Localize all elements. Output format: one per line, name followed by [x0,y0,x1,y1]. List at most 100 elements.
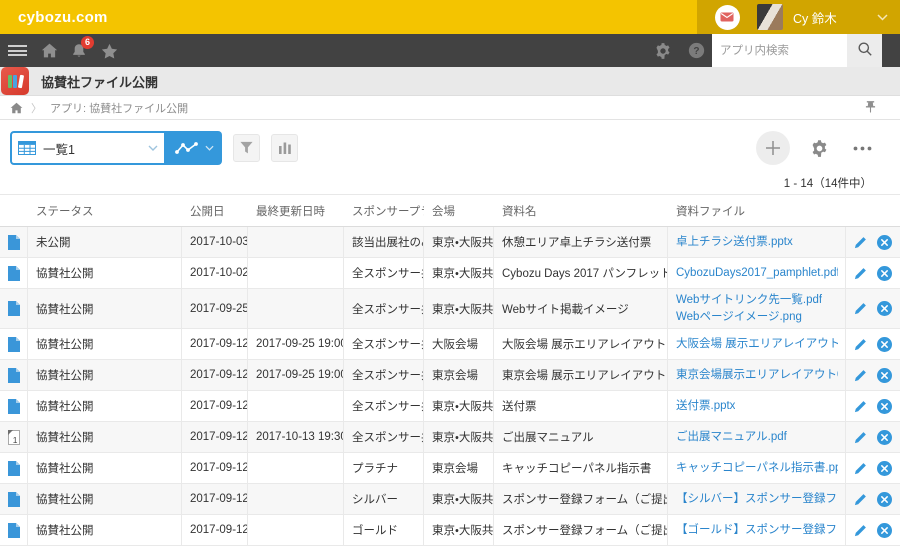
delete-record-button[interactable] [877,336,892,352]
chart-button[interactable] [271,134,298,162]
file-link[interactable]: ご出展マニュアル.pdf [676,429,787,446]
record-detail-button[interactable] [7,460,20,476]
graph-button[interactable] [166,131,222,165]
cell-publish-date: 2017-09-12 [182,515,248,545]
table-row: 協賛社公開 2017-09-12 プラチナ 東京会場 キャッチコピーパネル指示書… [0,453,900,484]
edit-record-button[interactable] [854,400,867,413]
delete-record-button[interactable] [877,491,892,507]
menu-hamburger-icon[interactable] [0,34,34,67]
edit-record-button[interactable] [854,524,867,537]
home-icon[interactable] [34,34,64,67]
help-icon[interactable]: ? [680,34,712,67]
edit-record-button[interactable] [854,431,867,444]
cell-sponsor-plan: 全スポンサー共通 [344,258,424,288]
line-chart-icon [174,141,199,155]
edit-record-button[interactable] [854,236,867,249]
file-link[interactable]: キャッチコピーパネル指示書.pptx [676,460,838,477]
header-document-file[interactable]: 資料ファイル [668,195,846,226]
file-link[interactable]: Webサイトリンク先一覧.pdf [676,292,822,309]
header-updated[interactable]: 最終更新日時 [248,195,344,226]
file-link[interactable]: Webページイメージ.png [676,309,802,326]
cell-status: 協賛社公開 [28,453,182,483]
record-detail-button[interactable] [7,265,20,281]
notifications-mail-button[interactable] [697,4,757,30]
table-view-icon [18,141,36,155]
record-detail-button[interactable] [7,522,20,538]
cell-venue: 東京・大阪共通 [424,515,494,545]
breadcrumb: 〉 アプリ: 協賛社ファイル公開 [0,96,900,120]
plus-icon [765,140,781,156]
view-selector[interactable]: 一覧1 [10,131,166,165]
edit-record-button[interactable] [854,338,867,351]
header-publish-date[interactable]: 公開日 [182,195,248,226]
file-link[interactable]: 送付票.pptx [676,398,735,415]
user-menu[interactable]: Cy 鈴木 [757,4,900,30]
filter-button[interactable] [233,134,260,162]
cell-venue: 東京・大阪共通 [424,258,494,288]
edit-record-button[interactable] [854,267,867,280]
delete-record-button[interactable] [877,367,892,383]
cell-publish-date: 2017-10-02 [182,258,248,288]
file-link[interactable]: 大阪会場 展示エリアレイアウト0925.pdf [676,336,838,353]
delete-record-button[interactable] [877,234,892,250]
cell-status: 未公開 [28,227,182,257]
cybozu-logo[interactable]: cybozu.com [0,9,697,26]
table-row: 協賛社公開 2017-10-02 全スポンサー共通 東京・大阪共通 Cybozu… [0,258,900,289]
record-detail-button[interactable] [7,367,20,383]
edit-record-button[interactable] [854,462,867,475]
add-record-button[interactable] [756,131,790,165]
table-row: 協賛社公開 2017-09-25 全スポンサー共通 東京・大阪共通 Webサイト… [0,289,900,329]
file-link[interactable]: 卓上チラシ送付票.pptx [676,234,793,251]
search-input[interactable] [712,34,847,67]
cell-updated [248,515,344,545]
delete-record-button[interactable] [877,460,892,476]
header-sponsor-plan[interactable]: スポンサープラン [344,195,424,226]
breadcrumb-app-link[interactable]: アプリ: 協賛社ファイル公開 [50,100,188,116]
file-link[interactable]: CybozuDays2017_pamphlet.pdf [676,265,838,282]
file-link[interactable]: 【シルバー】スポンサー登録フォーム.xlsx [676,491,838,508]
app-settings-gear-icon[interactable] [806,135,833,162]
cell-status: 協賛社公開 [28,515,182,545]
favorites-star-icon[interactable] [94,34,124,67]
document-icon [7,367,20,383]
delete-record-button[interactable] [877,398,892,414]
close-circle-icon [877,234,892,250]
header-document-name[interactable]: 資料名 [494,195,668,226]
cell-document-name: スポンサー登録フォーム（ご提出書類… [494,484,668,514]
record-detail-button[interactable] [7,336,20,352]
cell-updated [248,289,344,328]
app-icon[interactable] [1,67,29,95]
record-detail-button[interactable] [7,301,20,316]
record-detail-button[interactable] [7,234,20,250]
pin-icon[interactable] [851,98,890,117]
cell-document-files: ご出展マニュアル.pdf [668,422,846,452]
header-venue[interactable]: 会場 [424,195,494,226]
cell-venue: 東京会場 [424,360,494,390]
record-detail-button[interactable]: 1 [7,429,20,445]
file-link[interactable]: 【ゴールド】スポンサー登録フォーム.xlsx [676,522,838,539]
delete-record-button[interactable] [877,301,892,316]
header-status[interactable]: ステータス [28,195,182,226]
breadcrumb-home-icon[interactable] [10,102,23,114]
cell-document-name: 休憩エリア卓上チラシ送付票 [494,227,668,257]
more-options-icon[interactable] [849,142,876,155]
record-detail-button[interactable] [7,491,20,507]
cell-updated [248,484,344,514]
record-detail-button[interactable] [7,398,20,414]
delete-record-button[interactable] [877,522,892,538]
file-link[interactable]: 東京会場展示エリアレイアウト0925.pdf [676,367,838,384]
edit-record-button[interactable] [854,493,867,506]
delete-record-button[interactable] [877,265,892,281]
edit-record-button[interactable] [854,369,867,382]
cell-updated [248,227,344,257]
search-button[interactable] [847,34,882,67]
settings-gear-icon[interactable] [646,34,680,67]
edit-record-button[interactable] [854,302,867,315]
list-toolbar: 一覧1 [0,120,900,171]
notification-bell-icon[interactable]: 6 [64,34,94,67]
cell-sponsor-plan: プラチナ [344,453,424,483]
close-circle-icon [877,265,892,281]
pencil-icon [854,267,867,280]
search-icon [857,41,873,60]
delete-record-button[interactable] [877,429,892,445]
